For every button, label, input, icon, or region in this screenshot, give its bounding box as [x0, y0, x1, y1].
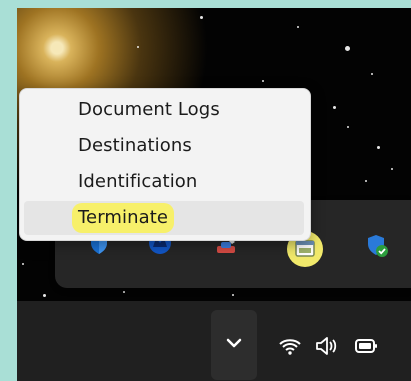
menu-item-label: Terminate	[72, 203, 175, 233]
menu-item-destinations[interactable]: Destinations	[24, 129, 304, 163]
context-menu: Document Logs Destinations Identificatio…	[19, 88, 311, 241]
show-hidden-icons-button[interactable]	[211, 310, 257, 380]
menu-item-document-logs[interactable]: Document Logs	[24, 93, 304, 127]
wifi-icon[interactable]	[277, 333, 303, 359]
volume-icon[interactable]	[313, 333, 339, 359]
menu-item-label: Destinations	[78, 135, 192, 156]
chevron-down-icon	[226, 338, 242, 348]
menu-item-terminate[interactable]: Terminate	[24, 201, 304, 235]
menu-item-label: Identification	[78, 171, 198, 192]
menu-item-label: Document Logs	[78, 99, 220, 120]
desktop-screen: Document Logs Destinations Identificatio…	[17, 8, 411, 381]
battery-icon[interactable]	[353, 333, 379, 359]
security-check-shield-icon[interactable]	[363, 232, 391, 260]
menu-item-identification[interactable]: Identification	[24, 165, 304, 199]
